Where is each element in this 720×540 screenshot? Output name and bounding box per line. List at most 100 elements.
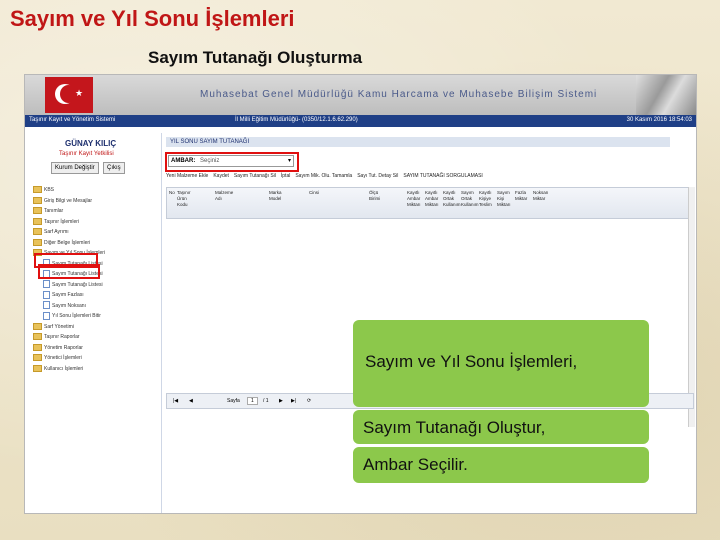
last-page-icon[interactable]: ▶| bbox=[291, 398, 296, 404]
toolbar: Yeni Malzeme Ekle Kaydet Sayım Tutanağı Si… bbox=[166, 173, 694, 183]
column-header[interactable]: Malzeme Adı bbox=[215, 190, 233, 202]
tree-item[interactable]: Sarf Ayrımı bbox=[27, 227, 155, 238]
document-icon bbox=[43, 280, 50, 289]
app-title: Muhasebat Genel Müdürlüğü Kamu Harcama v… bbox=[200, 89, 598, 100]
user-role[interactable]: Taşınır Kayıt Yetkilisi bbox=[59, 151, 114, 157]
document-icon bbox=[43, 290, 50, 299]
tree-item[interactable]: Kullanıcı İşlemleri bbox=[27, 364, 155, 375]
prev-page-icon[interactable]: ◀ bbox=[189, 398, 193, 404]
tree-item-label: Giriş Bilgi ve Mesajlar bbox=[44, 197, 93, 204]
datetime: 30 Kasım 2016 18:54:03 bbox=[626, 117, 692, 123]
tree-item[interactable]: Yıl Sonu İşlemleri Bitir bbox=[27, 311, 155, 322]
next-page-icon[interactable]: ▶ bbox=[279, 398, 283, 404]
tree-item-label: Yönetim Raporlar bbox=[44, 344, 83, 351]
folder-icon bbox=[33, 217, 42, 225]
first-page-icon[interactable]: |◀ bbox=[173, 398, 178, 404]
page-input[interactable]: 1 bbox=[247, 397, 258, 405]
column-header[interactable]: Marka Model bbox=[269, 190, 285, 202]
logout-button[interactable]: Çıkış bbox=[103, 162, 125, 174]
page-label: Sayfa bbox=[227, 398, 240, 404]
vertical-scrollbar[interactable] bbox=[688, 187, 695, 427]
sidebar: GÜNAY KILIÇ Taşınır Kayıt Yetkilisi Kuru… bbox=[25, 133, 157, 513]
highlight-sayim-tutanagi bbox=[38, 264, 100, 279]
note-text-2: Sayım Tutanağı Oluştur, bbox=[363, 418, 546, 437]
tree-item-label: Taşınır İşlemleri bbox=[44, 218, 80, 225]
star-icon: ★ bbox=[75, 88, 84, 98]
tree-item-label: Yönetici İşlemleri bbox=[44, 355, 82, 361]
slide-title: Sayım ve Yıl Sonu İşlemleri bbox=[10, 6, 295, 31]
module-name: Taşınır Kayıt ve Yönetim Sistemi bbox=[29, 117, 116, 123]
toolbar-button[interactable]: Kaydet bbox=[213, 173, 229, 179]
pens-decoration bbox=[636, 75, 696, 115]
tree-item[interactable]: Sayım Tutanağı Listesi bbox=[27, 280, 155, 291]
tree-item[interactable]: KBS bbox=[27, 185, 155, 196]
tree-item[interactable]: Giriş Bilgi ve Mesajlar bbox=[27, 196, 155, 207]
column-header[interactable]: Cinsi bbox=[309, 190, 325, 196]
toolbar-button[interactable]: SAYIM TUTANAĞI SORGULAMASI bbox=[403, 173, 482, 179]
note-text-3: Ambar Seçilir. bbox=[363, 455, 468, 474]
folder-icon bbox=[33, 364, 42, 372]
app-banner: ★ Muhasebat Genel Müdürlüğü Kamu Harcama… bbox=[25, 75, 696, 115]
tree-item[interactable]: Diğer Belge İşlemleri bbox=[27, 238, 155, 249]
tree-item[interactable]: Yönetici İşlemleri bbox=[27, 353, 155, 364]
document-icon bbox=[43, 311, 50, 320]
tree-item[interactable]: Yönetim Raporlar bbox=[27, 343, 155, 354]
folder-icon bbox=[33, 322, 42, 330]
toolbar-button[interactable]: Sayım Tutanağı Sil bbox=[234, 173, 276, 179]
grid-header: No Taşınır Ürün Kodu Malzeme Adı Marka Mode… bbox=[166, 187, 694, 219]
tree-item-label: Taşınır Raporlar bbox=[44, 334, 80, 340]
tree-item-label: Yıl Sonu İşlemleri Bitir bbox=[52, 313, 101, 319]
tree-item-label: Sayım Fazlası bbox=[52, 292, 84, 298]
institution-name: İl Milli Eğitim Müdürlüğü- (0350/12.1.6.… bbox=[235, 117, 358, 123]
folder-icon bbox=[33, 186, 42, 194]
column-header[interactable]: Kayıtlı Kişiye Teslim bbox=[479, 190, 495, 208]
note-text-1: Sayım ve Yıl Sonu İşlemleri, bbox=[365, 352, 578, 371]
change-institution-button[interactable]: Kurum Değiştir bbox=[51, 162, 99, 174]
slide-subtitle: Sayım Tutanağı Oluşturma bbox=[148, 48, 363, 67]
refresh-icon[interactable]: ⟳ bbox=[307, 398, 311, 404]
column-header[interactable]: Taşınır Ürün Kodu bbox=[177, 190, 193, 208]
toolbar-button[interactable]: İptal bbox=[281, 173, 290, 179]
tree-item[interactable]: Taşınır İşlemleri bbox=[27, 217, 155, 228]
folder-icon bbox=[33, 196, 42, 204]
tree-item[interactable]: Sayım Noksanı bbox=[27, 301, 155, 312]
folder-icon bbox=[33, 343, 42, 351]
page-total: / 1 bbox=[263, 398, 269, 404]
highlight-ambar bbox=[165, 152, 299, 172]
tree-item-label: Kullanıcı İşlemleri bbox=[44, 365, 84, 372]
note-box-1: Sayım ve Yıl Sonu İşlemleri, bbox=[353, 320, 649, 407]
folder-icon bbox=[33, 238, 42, 246]
folder-icon bbox=[33, 228, 42, 236]
panel-title: YIL SONU SAYIM TUTANAĞI bbox=[166, 137, 670, 147]
tree-item[interactable]: Sayım Fazlası bbox=[27, 290, 155, 301]
column-header[interactable]: Sayım Ortak Kullanım bbox=[461, 190, 479, 208]
tree-item[interactable]: Sarf Yönetimi bbox=[27, 322, 155, 333]
user-name: GÜNAY KILIÇ bbox=[65, 139, 117, 148]
note-box-3: Ambar Seçilir. bbox=[353, 447, 649, 483]
document-icon bbox=[43, 301, 50, 310]
tree-item-label: KBS bbox=[44, 187, 55, 193]
column-header[interactable]: Sayım Kişi Miktarı bbox=[497, 190, 513, 208]
column-header[interactable]: Noksan Miktar bbox=[533, 190, 549, 202]
column-header[interactable]: Ölçü Birimi bbox=[369, 190, 385, 202]
folder-icon bbox=[33, 207, 42, 215]
nav-tree: KBS Giriş Bilgi ve Mesajlar Tanımlar Taşını… bbox=[27, 185, 155, 374]
column-header[interactable]: Kayıtlı Ambar Miktarı bbox=[425, 190, 441, 208]
toolbar-button[interactable]: Sayım Mik. Olu. Tamamla bbox=[295, 173, 352, 179]
status-bar: Taşınır Kayıt ve Yönetim Sistemi İl Mill… bbox=[25, 115, 696, 127]
tree-item-label: Sayım Tutanağı Listesi bbox=[52, 281, 103, 288]
tree-item-label: Sarf Yönetimi bbox=[44, 323, 74, 330]
tree-item-label: Diğer Belge İşlemleri bbox=[44, 239, 91, 246]
folder-icon bbox=[33, 354, 42, 362]
tree-item[interactable]: Taşınır Raporlar bbox=[27, 332, 155, 343]
toolbar-button[interactable]: Yeni Malzeme Ekle bbox=[166, 173, 208, 179]
note-box-2: Sayım Tutanağı Oluştur, bbox=[353, 410, 649, 444]
folder-icon bbox=[33, 333, 42, 341]
toolbar-button[interactable]: Sayı Tut. Detay Sil bbox=[357, 173, 398, 179]
tree-item[interactable]: Tanımlar bbox=[27, 206, 155, 217]
column-header[interactable]: Kayıtlı Ambar Miktarı bbox=[407, 190, 423, 208]
user-box: GÜNAY KILIÇ Taşınır Kayıt Yetkilisi Kuru… bbox=[29, 135, 157, 175]
column-header[interactable]: Fazla Miktar bbox=[515, 190, 531, 202]
tree-item-label: Tanımlar bbox=[44, 208, 64, 214]
column-header[interactable]: Kayıtlı Ortak Kullanım bbox=[443, 190, 461, 208]
